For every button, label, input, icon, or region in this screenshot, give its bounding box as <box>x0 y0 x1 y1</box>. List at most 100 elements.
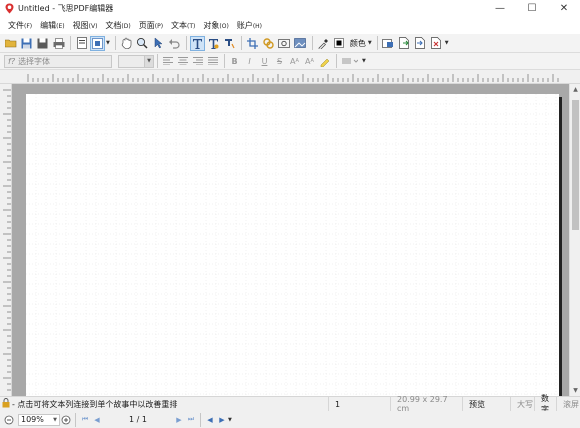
menu-file[interactable]: 文件(F) <box>4 20 36 31</box>
back-icon[interactable]: ◀ <box>204 414 216 426</box>
history-dropdown-icon[interactable]: ▼ <box>228 417 232 423</box>
minimize-button[interactable]: — <box>484 0 516 17</box>
menu-document[interactable]: 文档(D) <box>101 20 134 31</box>
toolbar-divider <box>224 54 225 68</box>
close-button[interactable]: ✕ <box>548 0 580 17</box>
menu-edit[interactable]: 编辑(E) <box>36 20 68 31</box>
first-page-icon[interactable]: ⏮ <box>79 414 91 426</box>
menu-page[interactable]: 页面(P) <box>135 20 167 31</box>
highlight-icon[interactable] <box>318 55 331 68</box>
toolbar-divider <box>114 36 116 50</box>
toolbar-divider <box>336 54 337 68</box>
import-icon[interactable] <box>90 35 105 51</box>
color-label[interactable]: 颜色 <box>350 38 366 49</box>
toolbar-divider <box>311 36 313 50</box>
document-page[interactable] <box>26 94 559 396</box>
page-grid <box>26 94 559 396</box>
font-size-select[interactable]: ▼ <box>118 54 154 68</box>
menu-object[interactable]: 对象(O) <box>199 20 232 31</box>
hand-icon[interactable] <box>119 36 134 51</box>
font-select[interactable]: f? 选择字体 <box>4 54 112 68</box>
document-canvas[interactable] <box>12 84 569 396</box>
scroll-up-icon[interactable]: ▲ <box>570 84 580 95</box>
bold-icon[interactable]: B <box>228 55 241 68</box>
toolbar-divider <box>240 36 242 50</box>
scrollbar-thumb[interactable] <box>572 100 579 230</box>
status-page-size: 20.99 x 29.7 cm <box>390 395 462 413</box>
menu-bar: 文件(F) 编辑(E) 视图(V) 文档(D) 页面(P) 文本(T) 对象(O… <box>0 17 580 34</box>
menu-text[interactable]: 文本(T) <box>167 20 199 31</box>
scroll-down-icon[interactable]: ▼ <box>570 385 580 396</box>
prev-page-icon[interactable]: ◀ <box>91 414 103 426</box>
lock-icon <box>2 398 10 410</box>
vertical-ruler <box>0 84 12 396</box>
navigation-bar: 109% ▼ ⏮ ◀ 1 / 1 ▶ ⏭ ◀ ▶ ▼ <box>0 411 580 428</box>
print-icon[interactable] <box>51 36 66 51</box>
zoom-icon[interactable] <box>135 36 150 51</box>
eyedropper-icon[interactable] <box>316 36 331 51</box>
align-justify-icon[interactable] <box>206 55 219 68</box>
italic-icon[interactable]: I <box>243 55 256 68</box>
toolbar-divider <box>75 412 76 427</box>
subscript-icon[interactable]: AA <box>303 55 316 68</box>
format-toolbar: f? 选择字体 ▼ B I U S AA AA ▼ <box>0 53 580 70</box>
menu-view[interactable]: 视图(V) <box>69 20 102 31</box>
toolbar-divider <box>70 36 71 50</box>
align-right-icon[interactable] <box>191 55 204 68</box>
horizontal-ruler <box>0 70 580 84</box>
page-dropdown-icon[interactable]: ▼ <box>445 40 449 46</box>
page-extract-icon[interactable] <box>413 36 428 51</box>
vertical-scrollbar[interactable]: ▲ ▼ <box>569 84 580 396</box>
zoom-out-icon[interactable] <box>3 414 15 426</box>
superscript-icon[interactable]: AA <box>288 55 301 68</box>
page-insert-icon[interactable] <box>397 36 412 51</box>
status-bar: - 点击可将文本列连接到单个故事中以改善重排 1 20.99 x 29.7 cm… <box>0 394 580 414</box>
next-page-icon[interactable]: ▶ <box>173 414 185 426</box>
text-tool-icon[interactable] <box>189 35 205 51</box>
select-icon[interactable] <box>151 36 166 51</box>
forward-icon[interactable]: ▶ <box>216 414 228 426</box>
link-icon[interactable] <box>261 36 276 51</box>
toolbar-divider <box>157 54 158 68</box>
status-num: 数字 <box>534 394 556 414</box>
page-indicator[interactable]: 1 / 1 <box>103 415 173 424</box>
text-edit-icon[interactable] <box>206 36 221 51</box>
save-icon[interactable] <box>19 36 34 51</box>
status-scroll: 滚屏 <box>556 396 580 412</box>
toolbar-divider <box>200 412 201 427</box>
export-icon[interactable] <box>74 36 89 51</box>
align-center-icon[interactable] <box>176 55 189 68</box>
page-add-icon[interactable] <box>381 36 396 51</box>
zoom-select[interactable]: 109% ▼ <box>18 413 60 426</box>
status-message: - 点击可将文本列连接到单个故事中以改善重排 <box>12 399 178 409</box>
color-swatch-icon[interactable] <box>332 36 347 51</box>
text-path-icon[interactable] <box>222 36 237 51</box>
image-icon[interactable] <box>277 36 292 51</box>
toolbar-divider <box>185 36 187 50</box>
underline-icon[interactable]: U <box>258 55 271 68</box>
chevron-down-icon[interactable]: ▼ <box>53 417 57 423</box>
open-icon[interactable] <box>3 36 18 51</box>
title-bar: Untitled - 飞思PDF编辑器 — ☐ ✕ <box>0 0 580 17</box>
toolbar-divider <box>376 36 378 50</box>
status-page-number: 1 <box>328 396 390 412</box>
import-dropdown-icon[interactable]: ▼ <box>106 40 110 46</box>
last-page-icon[interactable]: ⏭ <box>185 414 197 426</box>
zoom-in-icon[interactable] <box>60 414 72 426</box>
crop-icon[interactable] <box>245 36 260 51</box>
align-left-icon[interactable] <box>161 55 174 68</box>
maximize-button[interactable]: ☐ <box>516 0 548 17</box>
save-as-icon[interactable] <box>35 36 50 51</box>
shape-icon[interactable] <box>293 36 308 51</box>
menu-account[interactable]: 账户(H) <box>233 20 266 31</box>
strikethrough-icon[interactable]: S <box>273 55 286 68</box>
font-select-placeholder: 选择字体 <box>18 56 51 66</box>
undo-icon[interactable] <box>167 36 182 51</box>
page-delete-icon[interactable] <box>429 36 444 51</box>
line-spacing-icon[interactable] <box>340 55 360 68</box>
window-title: Untitled - 飞思PDF编辑器 <box>18 4 114 13</box>
color-dropdown-icon[interactable]: ▼ <box>368 40 372 46</box>
chevron-down-icon[interactable]: ▼ <box>144 55 153 67</box>
line-spacing-dropdown-icon[interactable]: ▼ <box>362 58 366 64</box>
font-family-icon: f? <box>8 56 16 66</box>
